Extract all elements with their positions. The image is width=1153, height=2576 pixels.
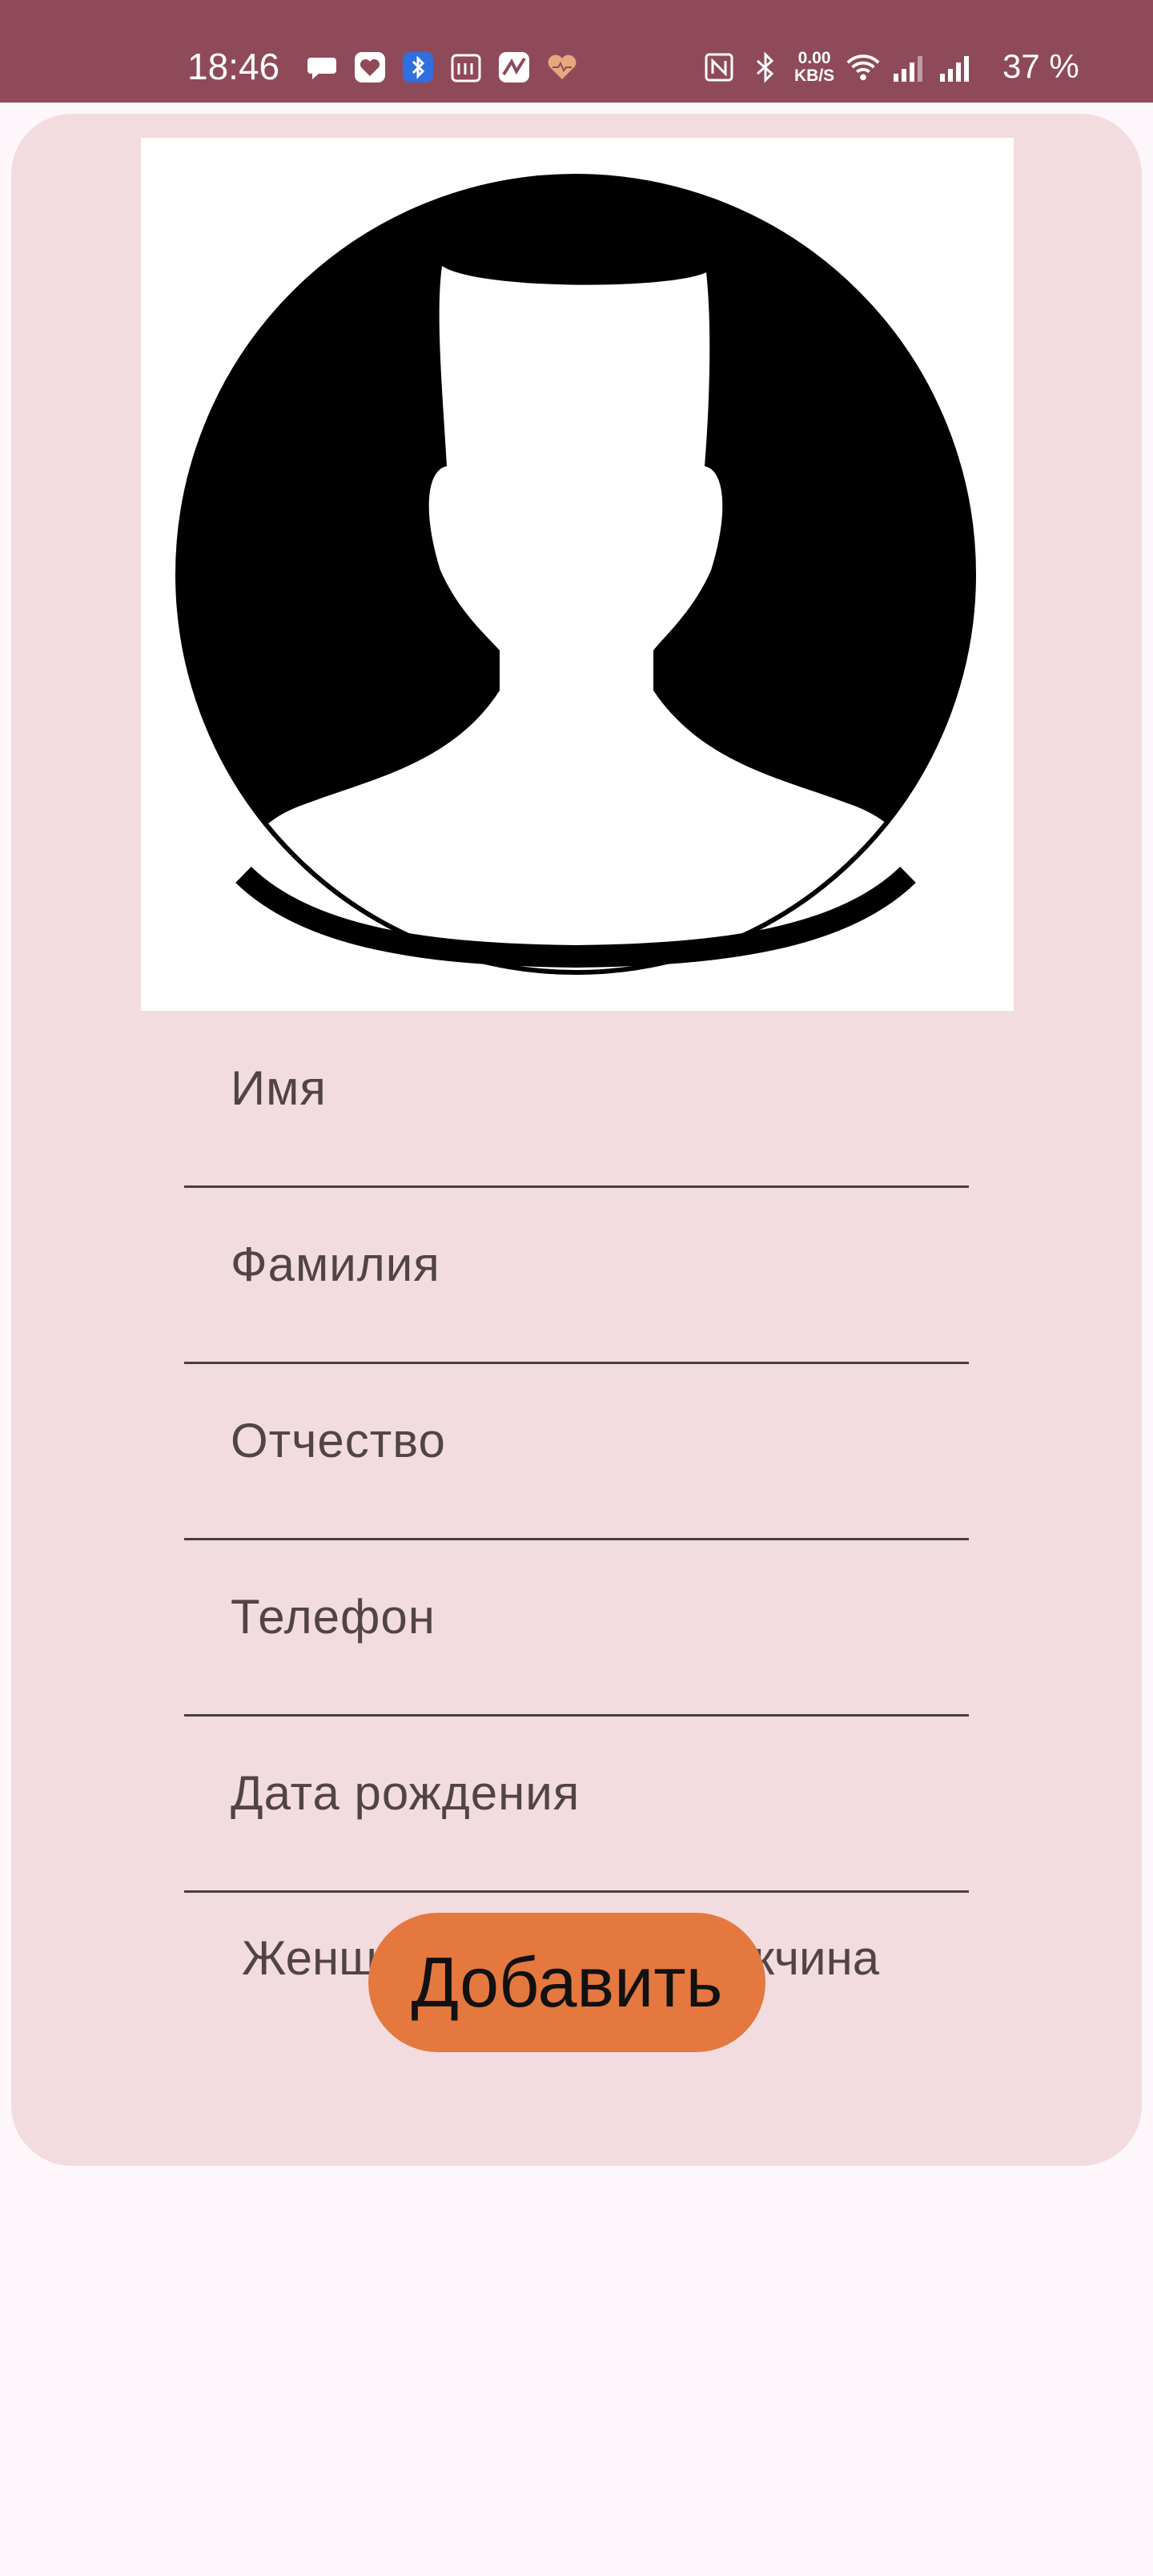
last-name-field[interactable]: Фамилия (184, 1187, 969, 1364)
network-speed: 0.00 KB/S (794, 50, 834, 85)
contact-form-card: Имя Фамилия Отчество Телефон Дата рожден… (11, 114, 1142, 2166)
signal-1-icon (892, 50, 927, 85)
stocks-app-icon (496, 50, 532, 85)
health-app-icon (352, 50, 388, 85)
nfc-icon (701, 50, 737, 85)
status-bar: 18:46 0.00 KB/S 37 % (0, 0, 1153, 103)
phone-field[interactable]: Телефон (184, 1540, 969, 1717)
add-button[interactable]: Добавить (368, 1913, 765, 2052)
avatar-image[interactable] (141, 138, 1014, 1011)
last-name-placeholder: Фамилия (231, 1238, 440, 1291)
status-time: 18:46 (187, 46, 280, 87)
bluetooth-icon (748, 50, 783, 85)
network-speed-unit: KB/S (794, 66, 835, 85)
first-name-placeholder: Имя (231, 1061, 327, 1115)
bluetooth-app-icon (400, 50, 436, 85)
calendar-app-icon (448, 50, 484, 85)
first-name-field[interactable]: Имя (184, 1011, 969, 1188)
heart-rate-icon (544, 50, 580, 85)
birth-date-placeholder: Дата рождения (231, 1766, 581, 1820)
patronymic-field[interactable]: Отчество (184, 1363, 969, 1540)
phone-placeholder: Телефон (231, 1590, 436, 1644)
birth-date-field[interactable]: Дата рождения (184, 1716, 969, 1893)
wifi-icon (846, 50, 881, 85)
person-silhouette-icon (175, 174, 976, 975)
signal-2-icon (938, 50, 974, 85)
network-speed-value: 0.00 (797, 49, 831, 67)
battery-level: 37 % (1002, 47, 1079, 85)
patronymic-placeholder: Отчество (231, 1414, 446, 1467)
chat-bubble-icon (304, 50, 339, 85)
